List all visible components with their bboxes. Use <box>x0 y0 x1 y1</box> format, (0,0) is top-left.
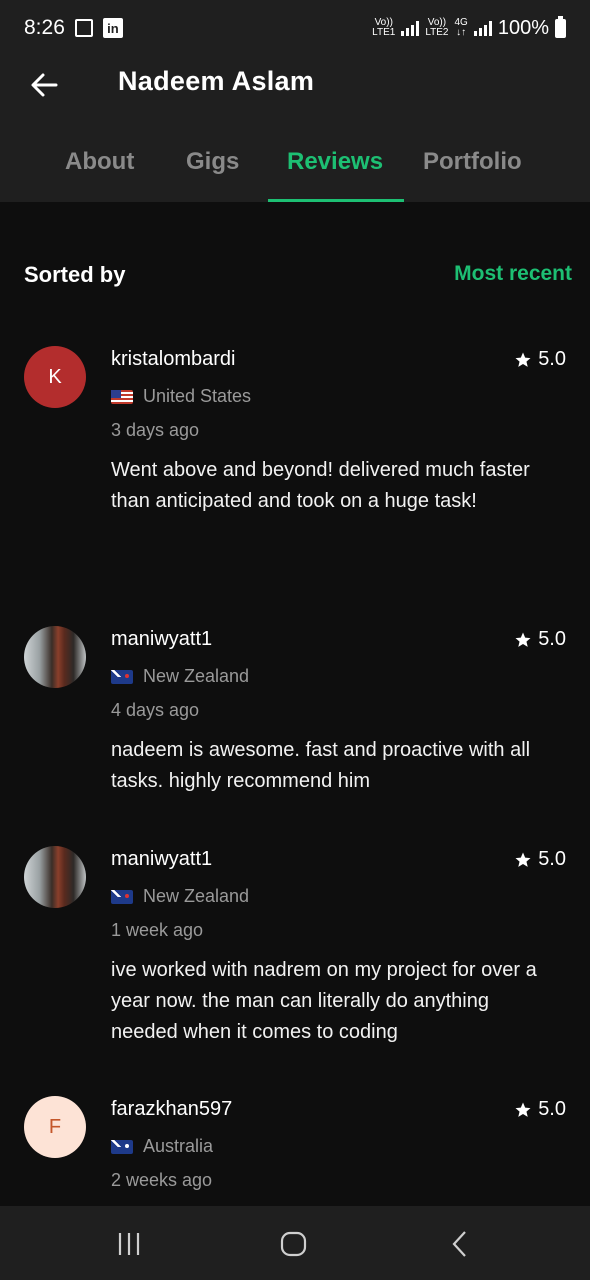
status-bar: 8:26 in Vo)) LTE1 Vo)) LTE2 4G ↓↑ 100% <box>0 0 590 56</box>
au-flag-icon <box>111 1139 133 1154</box>
reviewer-name[interactable]: maniwyatt1 <box>111 628 212 651</box>
back-arrow-icon <box>31 73 58 97</box>
sort-row: Sorted by Most recent <box>24 262 572 288</box>
tab-gigs[interactable]: Gigs <box>186 148 239 176</box>
sort-dropdown[interactable]: Most recent <box>454 262 572 288</box>
tab-bar: About Gigs Reviews Portfolio <box>0 144 590 202</box>
signal-1-icon <box>401 20 420 36</box>
review-time: 4 days ago <box>111 700 200 720</box>
page-title: Nadeem Aslam <box>118 66 315 96</box>
star-icon <box>515 1102 531 1117</box>
country-name: United States <box>143 386 252 406</box>
gallery-notification-icon <box>74 19 93 37</box>
review-time: 2 weeks ago <box>111 1170 213 1190</box>
avatar[interactable]: F <box>24 1096 86 1158</box>
signal-2-icon <box>473 20 492 36</box>
review-rating: 5.0 <box>514 848 566 871</box>
recent-apps-icon <box>118 1233 140 1255</box>
system-back-button[interactable] <box>446 1230 476 1258</box>
status-time: 8:26 <box>24 16 65 39</box>
chevron-left-icon <box>452 1231 466 1257</box>
profile-header: Nadeem Aslam About Gigs Reviews Portfoli… <box>0 56 590 202</box>
review-rating: 5.0 <box>514 1098 566 1121</box>
rating-value: 5.0 <box>538 1098 566 1120</box>
reviewer-country: United States <box>111 386 251 407</box>
reviewer-country: Australia <box>111 1136 213 1157</box>
review-rating: 5.0 <box>514 348 566 371</box>
reviewer-country: New Zealand <box>111 886 249 907</box>
review-time: 1 week ago <box>111 920 204 940</box>
reviewer-name[interactable]: maniwyatt1 <box>111 848 212 871</box>
star-icon <box>515 632 531 647</box>
country-name: Australia <box>143 1136 214 1156</box>
avatar[interactable]: K <box>24 346 86 408</box>
tab-portfolio[interactable]: Portfolio <box>423 148 522 176</box>
review-time: 3 days ago <box>111 420 200 440</box>
us-flag-icon <box>111 389 133 404</box>
star-icon <box>515 852 531 867</box>
review-text: Went above and beyond! delivered much fa… <box>111 459 530 512</box>
avatar[interactable] <box>24 626 86 688</box>
recent-apps-button[interactable] <box>114 1230 144 1258</box>
nz-flag-icon <box>111 669 133 684</box>
tab-about[interactable]: About <box>65 148 134 176</box>
active-tab-indicator <box>268 199 404 202</box>
reviewer-country: New Zealand <box>111 666 249 687</box>
home-button[interactable] <box>279 1230 309 1258</box>
rating-value: 5.0 <box>538 848 566 870</box>
review-rating: 5.0 <box>514 628 566 651</box>
network-type-label: 4G ↓↑ <box>454 17 468 38</box>
network-1-label: Vo)) LTE1 <box>372 17 396 38</box>
battery-icon <box>555 15 566 38</box>
status-right: Vo)) LTE1 Vo)) LTE2 4G ↓↑ 100% <box>372 15 566 40</box>
tab-reviews[interactable]: Reviews <box>287 148 383 176</box>
status-left: 8:26 in <box>24 16 123 40</box>
battery-percent: 100% <box>497 16 549 39</box>
avatar[interactable] <box>24 846 86 908</box>
home-icon <box>280 1231 307 1257</box>
linkedin-notification-icon: in <box>102 18 123 38</box>
rating-value: 5.0 <box>538 348 566 370</box>
sort-label: Sorted by <box>24 262 126 287</box>
review-text: ive worked with nadrem on my project for… <box>111 959 537 1043</box>
reviewer-name[interactable]: kristalombardi <box>111 348 235 371</box>
country-name: New Zealand <box>143 886 250 906</box>
nz-flag-icon <box>111 889 133 904</box>
back-button[interactable] <box>28 68 62 102</box>
rating-value: 5.0 <box>538 628 566 650</box>
system-nav-bar <box>0 1206 590 1280</box>
country-name: New Zealand <box>143 666 250 686</box>
reviewer-name[interactable]: farazkhan597 <box>111 1098 232 1121</box>
review-text: nadeem is awesome. fast and proactive wi… <box>111 739 531 792</box>
star-icon <box>515 352 531 367</box>
network-2-label: Vo)) LTE2 <box>425 17 449 38</box>
